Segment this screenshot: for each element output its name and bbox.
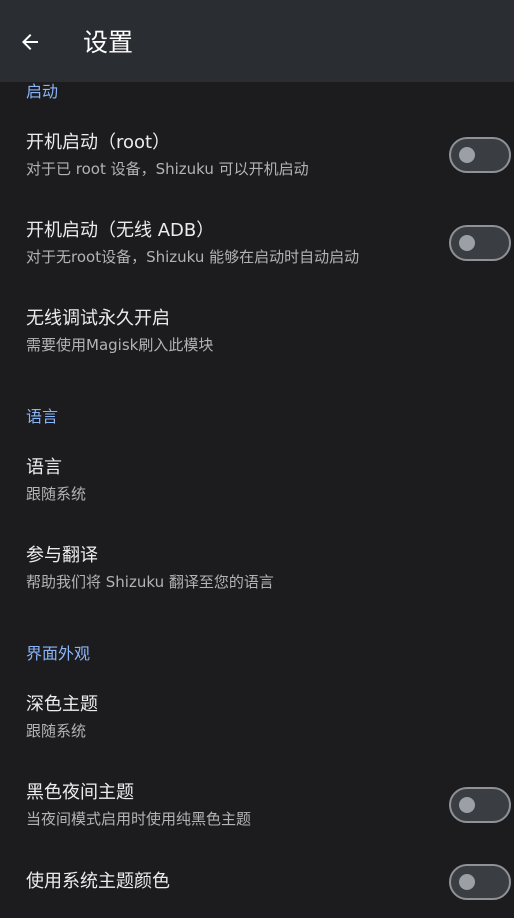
- system-theme-color-switch[interactable]: [449, 864, 511, 900]
- pref-title: 无线调试永久开启: [26, 308, 170, 329]
- pref-title: 使用系统主题颜色: [26, 871, 170, 892]
- pref-black-night-theme[interactable]: 黑色夜间主题 当夜间模式启用时使用纯黑色主题: [0, 772, 514, 858]
- pref-title: 深色主题: [26, 694, 98, 715]
- pref-wireless-debugging-persistent[interactable]: 无线调试永久开启 需要使用Magisk刷入此模块: [0, 298, 514, 384]
- back-button[interactable]: [14, 26, 46, 58]
- switch-knob: [459, 235, 475, 251]
- category-header-language: 语言: [26, 407, 59, 426]
- pref-system-theme-color[interactable]: 使用系统主题颜色: [0, 860, 514, 918]
- category-header-appearance: 界面外观: [26, 644, 91, 663]
- pref-summary: 跟随系统: [26, 722, 87, 740]
- pref-title: 开机启动（无线 ADB）: [26, 220, 215, 241]
- pref-translate[interactable]: 参与翻译 帮助我们将 Shizuku 翻译至您的语言: [0, 535, 514, 621]
- switch-knob: [459, 797, 475, 813]
- pref-title: 语言: [26, 457, 62, 478]
- switch-knob: [459, 874, 475, 890]
- black-night-theme-switch[interactable]: [449, 787, 511, 823]
- pref-language[interactable]: 语言 跟随系统: [0, 447, 514, 533]
- switch-knob: [459, 147, 475, 163]
- boot-wireless-adb-switch[interactable]: [449, 225, 511, 261]
- pref-title: 开机启动（root）: [26, 132, 171, 153]
- settings-list[interactable]: 启动 开机启动（root） 对于已 root 设备，Shizuku 可以开机启动…: [0, 82, 514, 918]
- pref-summary: 当夜间模式启用时使用纯黑色主题: [26, 810, 252, 828]
- app-bar: 设置: [0, 0, 514, 82]
- pref-boot-wireless-adb[interactable]: 开机启动（无线 ADB） 对于无root设备，Shizuku 能够在启动时自动启…: [0, 210, 514, 296]
- pref-title: 黑色夜间主题: [26, 782, 134, 803]
- pref-summary: 跟随系统: [26, 485, 87, 503]
- category-header-startup: 启动: [26, 82, 59, 101]
- pref-boot-root[interactable]: 开机启动（root） 对于已 root 设备，Shizuku 可以开机启动: [0, 122, 514, 208]
- arrow-back-icon: [22, 34, 38, 50]
- pref-summary: 帮助我们将 Shizuku 翻译至您的语言: [26, 573, 274, 591]
- pref-summary: 对于无root设备，Shizuku 能够在启动时自动启动: [26, 248, 360, 266]
- boot-root-switch[interactable]: [449, 137, 511, 173]
- pref-title: 参与翻译: [26, 545, 98, 566]
- pref-dark-theme[interactable]: 深色主题 跟随系统: [0, 684, 514, 770]
- pref-summary: 对于已 root 设备，Shizuku 可以开机启动: [26, 160, 309, 178]
- page-title: 设置: [83, 28, 134, 57]
- pref-summary: 需要使用Magisk刷入此模块: [26, 336, 214, 354]
